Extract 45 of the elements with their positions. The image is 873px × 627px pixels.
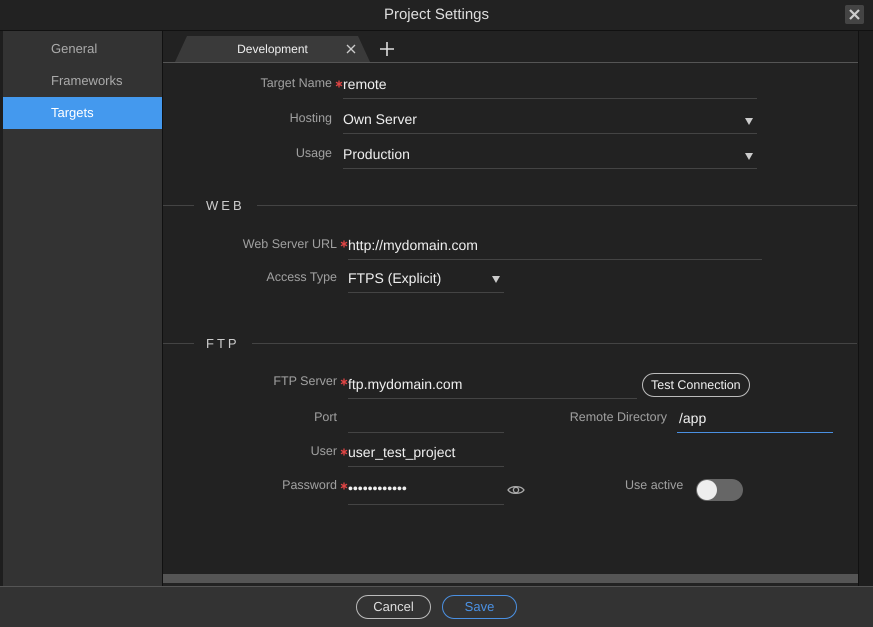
field-label: Use active <box>625 477 684 494</box>
dropdown-arrow-icon <box>745 152 753 160</box>
field-label: Password <box>282 477 337 494</box>
eye-icon[interactable] <box>507 484 525 496</box>
scrollbar[interactable] <box>163 574 858 583</box>
window-title: Project Settings <box>384 4 490 25</box>
section-heading: FTP <box>205 334 241 352</box>
close-icon <box>848 8 861 21</box>
field-label: FTP Server <box>273 373 337 390</box>
required-icon <box>340 448 348 456</box>
test-connection-button[interactable]: Test Connection <box>642 373 750 397</box>
field-label: Usage <box>296 145 332 162</box>
field-label: Access Type <box>266 268 337 286</box>
input-field[interactable]: remote <box>343 71 757 99</box>
close-icon <box>346 44 356 54</box>
dropdown[interactable]: FTPS (Explicit) <box>348 264 504 292</box>
input-field[interactable]: •••••••••••• <box>348 473 504 505</box>
field-label: Hosting <box>290 110 332 128</box>
section-heading: WEB <box>205 197 246 215</box>
add-tab-button[interactable] <box>379 41 395 57</box>
input-field[interactable]: ftp.mydomain.com <box>348 371 637 399</box>
save-button[interactable]: Save <box>442 595 517 619</box>
required-icon <box>340 240 348 248</box>
sidebar-item[interactable]: General <box>3 33 162 65</box>
required-icon <box>335 80 343 88</box>
input-field[interactable]: /app <box>677 405 833 433</box>
field-label: Web Server URL <box>242 236 337 253</box>
field-label: User <box>310 443 337 460</box>
cancel-button[interactable]: Cancel <box>356 595 431 619</box>
field-label: Remote Directory <box>568 409 667 426</box>
field-label: Port <box>314 409 337 426</box>
required-icon <box>340 378 348 386</box>
sidebar-item[interactable]: Frameworks <box>3 65 162 97</box>
dropdown-arrow-icon <box>492 276 500 283</box>
required-icon <box>340 482 348 490</box>
dropdown[interactable]: Production <box>343 141 757 169</box>
dropdown-arrow-icon <box>745 118 753 124</box>
field-label: Target Name <box>260 75 332 92</box>
tab[interactable]: Development <box>175 36 370 62</box>
toggle-switch[interactable] <box>696 479 744 501</box>
input-field[interactable]: user_test_project <box>348 439 504 467</box>
input-field[interactable]: http://mydomain.com <box>348 232 762 260</box>
close-button[interactable] <box>845 5 864 24</box>
plus-icon <box>380 42 394 56</box>
dropdown[interactable]: Own Server <box>343 106 757 134</box>
